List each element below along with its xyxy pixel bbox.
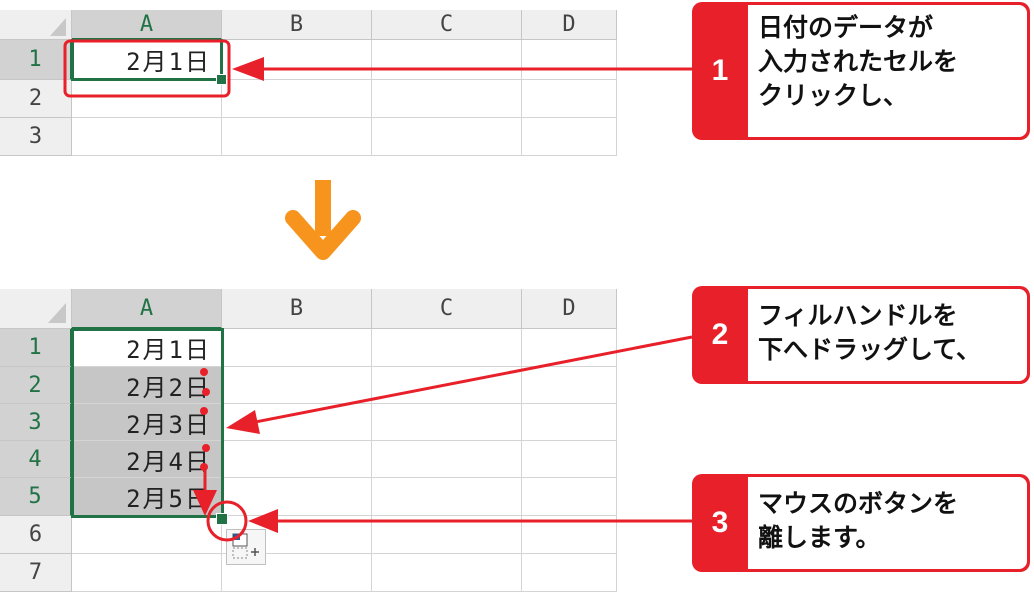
cell-b3[interactable] (222, 404, 372, 441)
fill-handle-icon[interactable] (216, 513, 228, 525)
cell-d6[interactable] (522, 516, 617, 554)
cell-a6[interactable] (72, 516, 222, 554)
cell-d2[interactable] (522, 80, 617, 118)
cell-b1[interactable] (222, 40, 372, 80)
column-header-b[interactable]: B (222, 10, 372, 40)
row-header-1[interactable]: 1 (0, 40, 72, 80)
top-spreadsheet: A B C D 1 2 3 2月1日 (0, 10, 617, 156)
row-header-4[interactable]: 4 (0, 441, 72, 478)
cell-d3[interactable] (522, 404, 617, 441)
cell-c7[interactable] (372, 554, 522, 592)
autofill-options-button[interactable] (226, 529, 266, 565)
cell-d1[interactable] (522, 329, 617, 367)
cell-c1[interactable] (372, 40, 522, 80)
cell-b3[interactable] (222, 118, 372, 156)
column-header-d[interactable]: D (522, 10, 617, 40)
row-header-6[interactable]: 6 (0, 516, 72, 554)
cell-b1[interactable] (222, 329, 372, 367)
row-header-2[interactable]: 2 (0, 367, 72, 404)
column-header-b[interactable]: B (222, 289, 372, 329)
cell-a2[interactable] (72, 80, 222, 118)
cell-c3[interactable] (372, 404, 522, 441)
cell-c6[interactable] (372, 516, 522, 554)
cell-d7[interactable] (522, 554, 617, 592)
bottom-spreadsheet: A B C D 1 2 3 4 5 6 7 2月1日 2月2日 2月3日 2月4… (0, 289, 617, 592)
cell-c2[interactable] (372, 367, 522, 404)
cell-b4[interactable] (222, 441, 372, 478)
column-header-c[interactable]: C (372, 10, 522, 40)
select-all-corner[interactable] (0, 289, 72, 329)
cell-d1[interactable] (522, 40, 617, 80)
cell-b2[interactable] (222, 80, 372, 118)
column-header-d[interactable]: D (522, 289, 617, 329)
cell-c4[interactable] (372, 441, 522, 478)
callout-3: 3 マウスのボタンを 離します。 (692, 474, 1030, 572)
cell-c2[interactable] (372, 80, 522, 118)
fill-handle[interactable] (216, 74, 227, 85)
cell-d3[interactable] (522, 118, 617, 156)
cell-d4[interactable] (522, 441, 617, 478)
column-header-a[interactable]: A (72, 10, 222, 40)
active-cell-border (71, 39, 223, 81)
callout-3-number: 3 (711, 506, 729, 539)
cell-a3[interactable] (72, 118, 222, 156)
autofill-options-icon (232, 533, 259, 559)
callout-1-text: 日付のデータが 入力されたセルを クリックし、 (748, 5, 1027, 137)
cell-c3[interactable] (372, 118, 522, 156)
down-arrow-icon (285, 180, 361, 260)
row-header-1[interactable]: 1 (0, 329, 72, 367)
cell-d5[interactable] (522, 478, 617, 516)
select-all-corner[interactable] (0, 10, 72, 40)
callout-1-number: 1 (711, 54, 729, 87)
selection-range-border (71, 328, 224, 518)
cell-c1[interactable] (372, 329, 522, 367)
row-header-2[interactable]: 2 (0, 80, 72, 118)
callout-2: 2 フィルハンドルを 下へドラッグして、 (692, 286, 1030, 384)
callout-2-text: フィルハンドルを 下へドラッグして、 (748, 289, 1027, 381)
callout-2-number: 2 (711, 318, 729, 351)
callout-1: 1 日付のデータが 入力されたセルを クリックし、 (692, 2, 1030, 140)
cell-b5[interactable] (222, 478, 372, 516)
select-all-triangle-icon (50, 18, 66, 36)
cell-a7[interactable] (72, 554, 222, 592)
cell-c5[interactable] (372, 478, 522, 516)
callout-3-text: マウスのボタンを 離します。 (748, 477, 1027, 569)
row-header-3[interactable]: 3 (0, 118, 72, 156)
column-header-a[interactable]: A (72, 289, 222, 329)
row-header-3[interactable]: 3 (0, 404, 72, 441)
row-header-7[interactable]: 7 (0, 554, 72, 592)
select-all-triangle-icon (48, 303, 66, 323)
cell-d2[interactable] (522, 367, 617, 404)
row-header-5[interactable]: 5 (0, 478, 72, 516)
column-header-c[interactable]: C (372, 289, 522, 329)
cell-b2[interactable] (222, 367, 372, 404)
